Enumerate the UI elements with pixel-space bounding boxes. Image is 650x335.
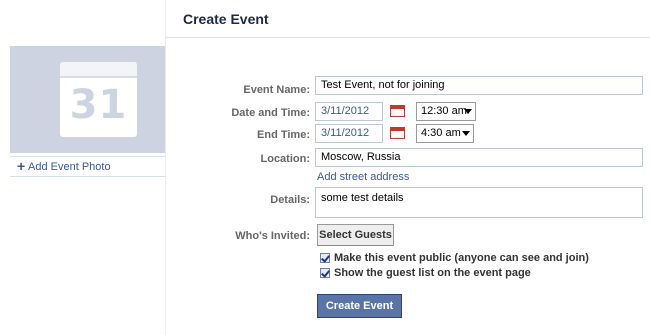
location-input[interactable]: Moscow, Russia — [315, 148, 643, 167]
public-event-label: Make this event public (anyone can see a… — [334, 252, 589, 264]
create-event-button[interactable]: Create Event — [317, 294, 402, 318]
start-time-select[interactable]: 12:30 am — [416, 102, 476, 121]
date-time-label: Date and Time: — [231, 107, 310, 119]
start-time-value: 12:30 am — [421, 105, 467, 117]
start-date-calendar-icon[interactable] — [390, 105, 405, 117]
header-divider — [166, 37, 650, 38]
plus-icon: + — [17, 158, 26, 174]
add-event-photo-link[interactable]: + Add Event Photo — [10, 156, 165, 177]
select-guests-button[interactable]: Select Guests — [317, 224, 394, 246]
details-label: Details: — [270, 194, 310, 206]
location-label: Location: — [260, 153, 311, 165]
event-name-label: Event Name: — [243, 84, 310, 96]
start-date-input[interactable]: 3/11/2012 — [315, 102, 383, 121]
event-photo-placeholder[interactable]: 31 — [10, 46, 165, 153]
event-name-input[interactable]: Test Event, not for joining — [315, 76, 643, 95]
end-time-select[interactable]: 4:30 am — [416, 124, 474, 143]
show-guest-list-checkbox[interactable] — [320, 268, 330, 278]
show-guest-list-label: Show the guest list on the event page — [334, 267, 531, 279]
page-title: Create Event — [183, 11, 269, 27]
calendar-icon-header — [60, 62, 137, 78]
end-time-label: End Time: — [257, 129, 310, 141]
sidebar: 31 + Add Event Photo — [0, 0, 165, 335]
public-event-checkbox[interactable] — [320, 253, 330, 263]
end-time-value: 4:30 am — [421, 127, 461, 139]
whos-invited-label: Who's Invited: — [235, 230, 310, 242]
add-street-address-link[interactable]: Add street address — [317, 170, 409, 184]
add-event-photo-label: Add Event Photo — [28, 161, 111, 173]
calendar-day-number: 31 — [69, 82, 128, 128]
end-date-calendar-icon[interactable] — [390, 127, 405, 139]
chevron-down-icon — [464, 109, 472, 114]
calendar-icon: 31 — [60, 62, 137, 137]
chevron-down-icon — [462, 131, 470, 136]
create-event-page: 31 + Add Event Photo Create Event Event … — [0, 0, 650, 335]
details-textarea[interactable]: some test details — [315, 187, 643, 218]
sidebar-divider — [165, 0, 166, 335]
end-date-input[interactable]: 3/11/2012 — [315, 124, 383, 143]
